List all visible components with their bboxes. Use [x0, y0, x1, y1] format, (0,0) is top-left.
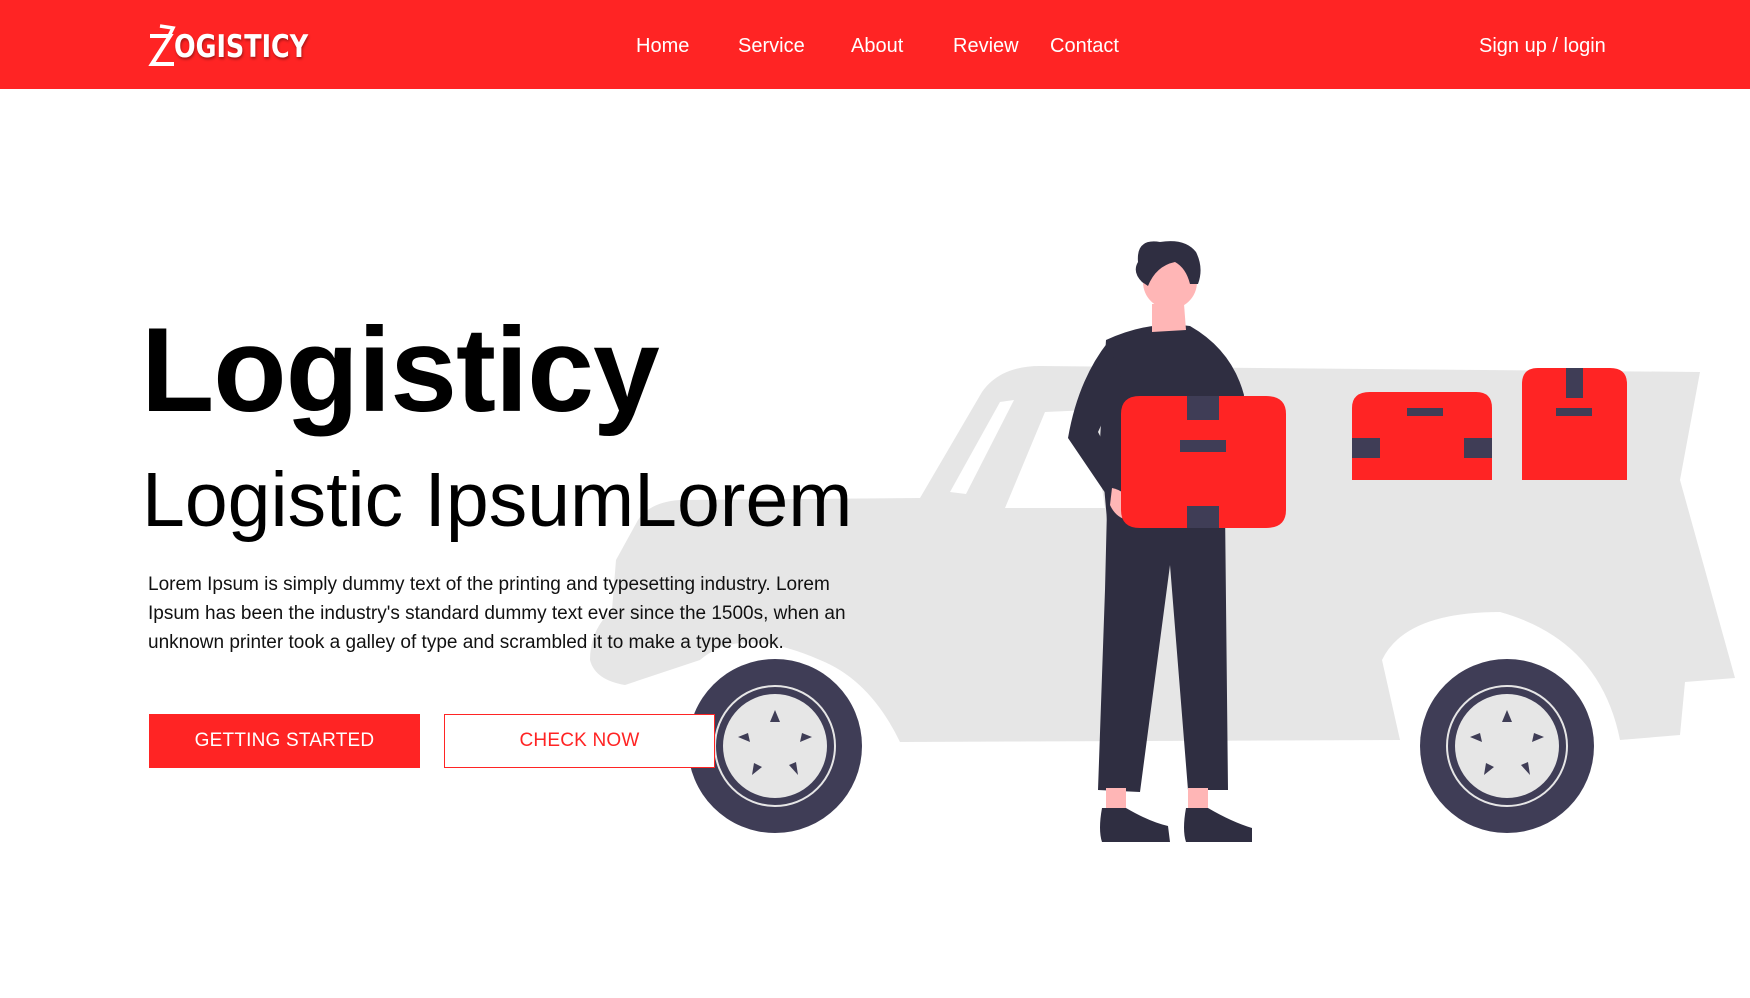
brand-logo[interactable]: OGISTICY: [148, 18, 338, 68]
nav-home[interactable]: Home: [636, 33, 689, 59]
landing-page: OGISTICY Home Service About Review Conta…: [0, 0, 1750, 998]
hero-description: Lorem Ipsum is simply dummy text of the …: [148, 574, 846, 653]
package-box-icon: [1522, 368, 1627, 480]
getting-started-button[interactable]: GETTING STARTED: [149, 714, 420, 768]
nav-contact[interactable]: Contact: [1050, 33, 1119, 59]
package-box-icon: [1352, 392, 1492, 480]
nav-about[interactable]: About: [851, 33, 903, 59]
top-navbar: OGISTICY Home Service About Review Conta…: [0, 0, 1750, 89]
nav-service[interactable]: Service: [738, 33, 805, 59]
rear-wheel-icon: [1420, 659, 1594, 833]
logo-z-arrow-icon: [148, 24, 176, 66]
nav-review[interactable]: Review: [953, 33, 1019, 59]
delivery-illustration: [590, 241, 1735, 842]
logo-text: OGISTICY: [174, 29, 309, 65]
hero-subtitle: Logistic IpsumLorem: [142, 457, 853, 543]
hero-title: Logisticy: [141, 303, 660, 437]
check-now-button[interactable]: CHECK NOW: [444, 714, 715, 768]
signup-login-link[interactable]: Sign up / login: [1479, 33, 1606, 59]
